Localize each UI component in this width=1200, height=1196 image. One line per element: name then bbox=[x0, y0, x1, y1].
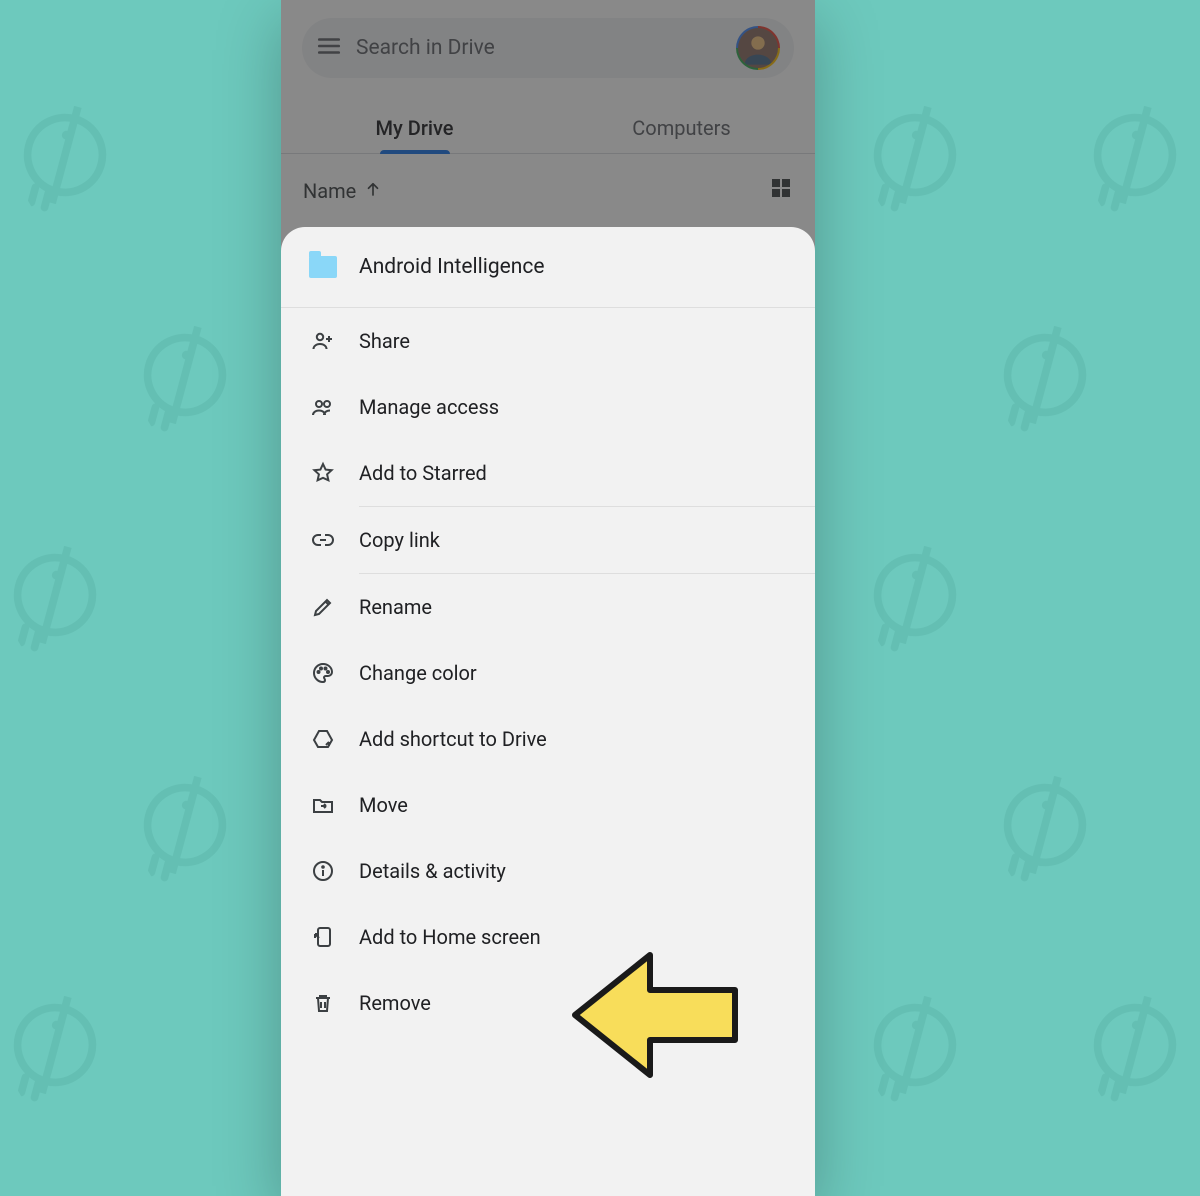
menu-label: Details & activity bbox=[359, 859, 506, 883]
menu-label: Manage access bbox=[359, 395, 499, 419]
bottom-sheet: Android Intelligence Share Manage access bbox=[281, 227, 815, 1196]
menu-label: Add to Home screen bbox=[359, 925, 541, 949]
move-folder-icon bbox=[309, 793, 337, 817]
palette-icon bbox=[309, 661, 337, 685]
person-add-icon bbox=[309, 329, 337, 353]
menu-add-starred[interactable]: Add to Starred bbox=[281, 440, 815, 506]
link-icon bbox=[309, 528, 337, 552]
menu-manage-access[interactable]: Manage access bbox=[281, 374, 815, 440]
menu-move[interactable]: Move bbox=[281, 772, 815, 838]
star-icon bbox=[309, 461, 337, 485]
menu-label: Rename bbox=[359, 595, 432, 619]
menu-remove[interactable]: Remove bbox=[281, 970, 815, 1036]
phone-frame: Search in Drive My Drive Computers Name … bbox=[281, 0, 815, 1196]
menu-change-color[interactable]: Change color bbox=[281, 640, 815, 706]
menu-rename[interactable]: Rename bbox=[281, 574, 815, 640]
sheet-header: Android Intelligence bbox=[281, 227, 815, 308]
pencil-icon bbox=[309, 595, 337, 619]
add-to-home-icon bbox=[309, 925, 337, 949]
trash-icon bbox=[309, 991, 337, 1015]
menu-label: Copy link bbox=[359, 528, 440, 552]
menu-list: Share Manage access Add to Starred C bbox=[281, 308, 815, 1036]
menu-details[interactable]: Details & activity bbox=[281, 838, 815, 904]
people-icon bbox=[309, 395, 337, 419]
menu-add-shortcut[interactable]: Add shortcut to Drive bbox=[281, 706, 815, 772]
folder-icon bbox=[309, 256, 337, 278]
drive-shortcut-icon bbox=[309, 727, 337, 751]
menu-label: Remove bbox=[359, 991, 431, 1015]
menu-label: Share bbox=[359, 329, 410, 353]
menu-share[interactable]: Share bbox=[281, 308, 815, 374]
menu-copy-link[interactable]: Copy link bbox=[281, 507, 815, 573]
sheet-folder-name: Android Intelligence bbox=[359, 255, 544, 279]
menu-label: Move bbox=[359, 793, 408, 817]
menu-label: Add shortcut to Drive bbox=[359, 727, 547, 751]
menu-label: Add to Starred bbox=[359, 461, 487, 485]
menu-label: Change color bbox=[359, 661, 477, 685]
info-icon bbox=[309, 859, 337, 883]
menu-add-home-screen[interactable]: Add to Home screen bbox=[281, 904, 815, 970]
